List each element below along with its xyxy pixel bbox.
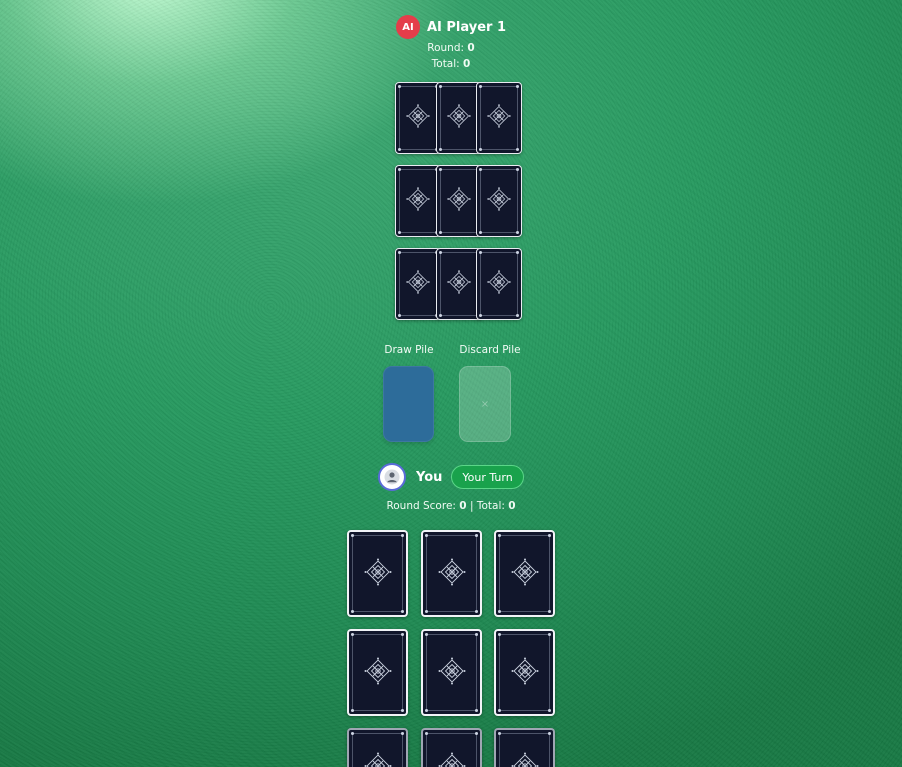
player-total-value: 0 (508, 500, 516, 512)
opponent-card (395, 82, 441, 154)
ornament-diamond-icon (437, 557, 467, 591)
ornament-diamond-icon (510, 751, 540, 767)
ornament-diamond-icon (446, 269, 472, 299)
player-total-label: Total: (476, 500, 505, 512)
player-card[interactable] (494, 530, 555, 617)
ornament-diamond-icon (486, 186, 512, 216)
player-card[interactable] (421, 629, 482, 716)
discard-placeholder-icon: × (480, 398, 490, 410)
draw-pile[interactable] (383, 366, 434, 442)
opponent-round-label: Round: (427, 42, 465, 54)
ornament-diamond-icon (510, 656, 540, 690)
ornament-diamond-icon (405, 186, 431, 216)
person-icon (384, 469, 400, 485)
opponent-card (476, 248, 522, 320)
draw-pile-label: Draw Pile (384, 344, 434, 356)
ornament-diamond-icon (486, 269, 512, 299)
ornament-diamond-icon (510, 557, 540, 591)
ornament-diamond-icon (363, 656, 393, 690)
opponent-round-stat: Round: 0 (0, 40, 902, 56)
opponent-card-grid (394, 82, 528, 331)
opponent-card (476, 165, 522, 237)
ornament-diamond-icon (363, 557, 393, 591)
ai-avatar: AI (395, 15, 420, 39)
score-separator: | (469, 500, 474, 512)
opponent-title: AI AI Player 1 (395, 14, 507, 40)
discard-pile-label: Discard Pile (459, 344, 521, 356)
ornament-diamond-icon (437, 751, 467, 767)
opponent-card-row (394, 248, 528, 323)
discard-pile[interactable]: × (459, 366, 511, 442)
opponent-total-stat: Total: 0 (0, 56, 902, 72)
opponent-total-value: 0 (463, 58, 471, 70)
ornament-diamond-icon (363, 751, 393, 767)
opponent-card (395, 165, 441, 237)
opponent-round-value: 0 (467, 42, 475, 54)
round-score-label: Round Score: (386, 500, 456, 512)
opponent-header: AI AI Player 1 Round: 0 Total: 0 (0, 14, 902, 72)
ornament-diamond-icon (405, 103, 431, 133)
player-card[interactable] (347, 728, 408, 767)
player-avatar (378, 463, 406, 491)
player-name: You (416, 469, 443, 485)
ornament-diamond-icon (446, 103, 472, 133)
your-turn-badge: Your Turn (451, 465, 524, 489)
player-card[interactable] (494, 728, 555, 767)
player-card[interactable] (347, 530, 408, 617)
player-header: You Your Turn (378, 462, 524, 492)
player-score-line: Round Score: 0 | Total: 0 (0, 500, 902, 512)
ornament-diamond-icon (437, 656, 467, 690)
ornament-diamond-icon (486, 103, 512, 133)
ornament-diamond-icon (405, 269, 431, 299)
player-card[interactable] (494, 629, 555, 716)
player-card[interactable] (347, 629, 408, 716)
round-score-value: 0 (459, 500, 467, 512)
ornament-diamond-icon (446, 186, 472, 216)
player-card[interactable] (421, 530, 482, 617)
opponent-total-label: Total: (431, 58, 460, 70)
opponent-card (476, 82, 522, 154)
opponent-card (395, 248, 441, 320)
opponent-card-row (394, 82, 528, 157)
player-card[interactable] (421, 728, 482, 767)
opponent-name: AI Player 1 (426, 19, 507, 35)
opponent-card-row (394, 165, 528, 240)
